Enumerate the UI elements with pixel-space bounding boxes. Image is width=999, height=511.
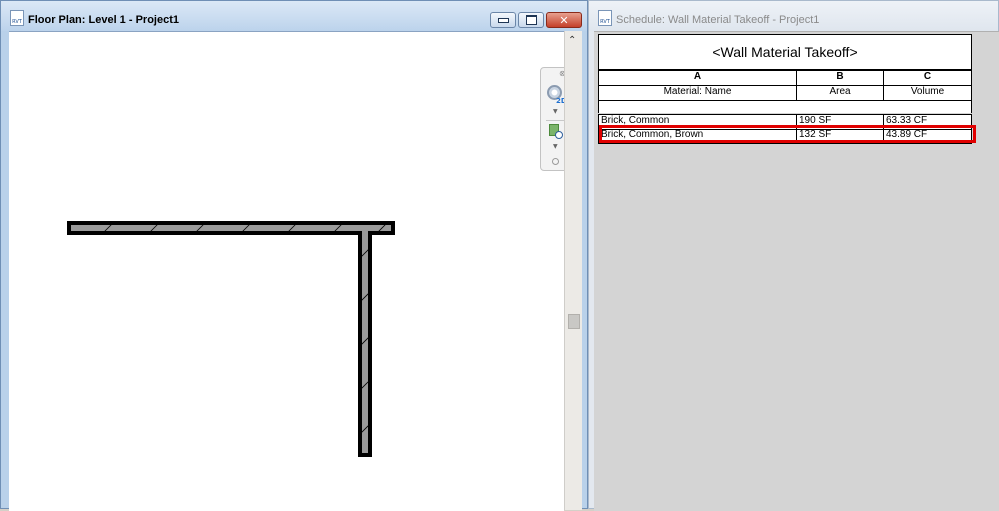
- minimize-button[interactable]: [490, 12, 516, 28]
- spacer-row: [598, 101, 972, 113]
- grid-line: [598, 114, 972, 115]
- grid-line: [598, 70, 972, 71]
- column-letter-a[interactable]: A: [598, 71, 796, 85]
- maximize-button[interactable]: [518, 12, 544, 28]
- minimize-icon: [497, 17, 509, 23]
- floor-plan-titlebar[interactable]: RVT Floor Plan: Level 1 - Project1 ✕: [1, 1, 587, 31]
- nav-divider: [546, 120, 566, 121]
- wheel-dropdown-icon[interactable]: ▼: [553, 108, 558, 115]
- scroll-up-icon[interactable]: ⌃: [568, 35, 576, 46]
- vertical-scrollbar[interactable]: ⌃: [564, 31, 582, 510]
- grid-line: [598, 100, 972, 101]
- header-volume[interactable]: Volume: [883, 86, 972, 100]
- scroll-thumb[interactable]: [568, 314, 580, 329]
- floor-plan-window[interactable]: RVT Floor Plan: Level 1 - Project1 ✕ ⊗ 2…: [0, 0, 588, 511]
- header-area[interactable]: Area: [796, 86, 883, 100]
- column-letter-b[interactable]: B: [796, 71, 883, 85]
- grid-line: [598, 85, 972, 86]
- maximize-icon: [525, 15, 537, 25]
- schedule-heading: <Wall Material Takeoff>: [598, 34, 972, 70]
- zoom-icon[interactable]: [549, 124, 563, 139]
- row-2-material-name[interactable]: Brick, Common, Brown: [598, 129, 796, 143]
- row-2-area[interactable]: 132 SF: [796, 129, 883, 143]
- close-button[interactable]: ✕: [546, 12, 582, 28]
- row-1-material-name[interactable]: Brick, Common: [598, 115, 796, 129]
- zoom-dropdown-icon[interactable]: ▼: [553, 143, 558, 150]
- schedule-title: Schedule: Wall Material Takeoff - Projec…: [616, 14, 820, 26]
- schedule-titlebar[interactable]: RVT Schedule: Wall Material Takeoff - Pr…: [589, 1, 998, 31]
- floor-plan-title: Floor Plan: Level 1 - Project1: [28, 14, 179, 26]
- revit-file-icon: RVT: [10, 10, 24, 26]
- row-1-volume[interactable]: 63.33 CF: [883, 115, 972, 129]
- row-1-area[interactable]: 190 SF: [796, 115, 883, 129]
- floor-plan-canvas[interactable]: ⊗ 2D ▼ ▼: [9, 31, 572, 511]
- wall-drawing[interactable]: [9, 32, 564, 511]
- revit-file-icon: RVT: [598, 10, 612, 26]
- header-material-name[interactable]: Material: Name: [598, 86, 796, 100]
- grid-line: [598, 129, 972, 130]
- grid-line: [598, 143, 972, 144]
- nav-options-icon[interactable]: [552, 158, 559, 165]
- close-icon: ✕: [559, 13, 569, 27]
- schedule-view[interactable]: <Wall Material Takeoff> A B C Material: …: [594, 31, 999, 511]
- column-letter-c[interactable]: C: [883, 71, 972, 85]
- row-2-volume[interactable]: 43.89 CF: [883, 129, 972, 143]
- schedule-window[interactable]: RVT Schedule: Wall Material Takeoff - Pr…: [588, 0, 999, 511]
